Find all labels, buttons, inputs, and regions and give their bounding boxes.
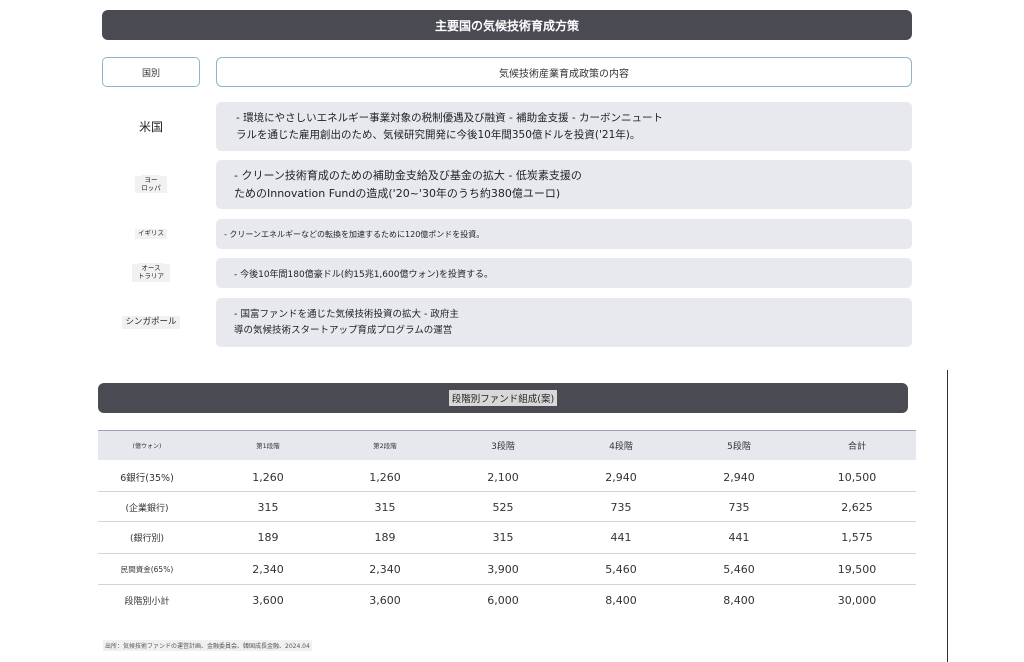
table-cell: 8,400 xyxy=(605,593,637,607)
table-header-cell: 5段階 xyxy=(727,441,751,452)
table-header-cell: 4段階 xyxy=(609,441,633,452)
table-cell: 3,600 xyxy=(252,593,284,607)
table-cell: 5,460 xyxy=(723,562,755,576)
table-row-label: 6銀行(35%) xyxy=(120,473,174,484)
country-label-australia: オース トラリア xyxy=(102,258,200,288)
table-cell: 3,900 xyxy=(487,562,519,576)
table-cell: 30,000 xyxy=(837,593,877,607)
table-header-cell: (億ウォン) xyxy=(132,442,162,450)
country-label-usa: 米国 xyxy=(138,119,163,134)
table-cell: 735 xyxy=(610,500,632,514)
table-cell: 2,625 xyxy=(841,500,873,514)
policy-text-singapore-line2: 導の気候技術スタートアップ育成プログラムの運営 xyxy=(234,324,453,336)
policy-row-australia: - 今後10年間180億豪ドル(約15兆1,600億ウォン)を投資する。 xyxy=(216,258,912,288)
policy-text-usa-line1: - 環境にやさしいエネルギー事業対象の税制優遇及び融資 - 補助金支援 - カー… xyxy=(236,112,664,125)
fund-table-title: 段階別ファンド組成(案) xyxy=(448,390,558,406)
table-cell: 315 xyxy=(374,500,396,514)
table-cell: 2,100 xyxy=(487,470,519,484)
table-cell: 189 xyxy=(374,530,396,544)
table-header-cell: 第2段階 xyxy=(373,442,397,450)
table-cell: 1,575 xyxy=(841,530,873,544)
policy-row-singapore: - 国富ファンドを通じた気候技術投資の拡大 - 政府主 導の気候技術スタートアッ… xyxy=(216,298,912,347)
table-row-label: 段階別小計 xyxy=(124,596,170,607)
source-note: 出所：気候技術ファンドの運営計画、金融委員会、韓国成長金融、2024.04 xyxy=(103,640,312,651)
header-country: 国別 xyxy=(102,57,200,87)
table-header-cell: 3段階 xyxy=(491,441,515,452)
table-cell: 2,940 xyxy=(723,470,755,484)
table-cell: 315 xyxy=(257,500,279,514)
table-cell: 1,260 xyxy=(252,470,284,484)
page-edge-line xyxy=(947,370,948,662)
policy-text-uk: - クリーンエネルギーなどの転換を加速するために120億ポンドを投資。 xyxy=(224,229,485,239)
table-cell: 8,400 xyxy=(723,593,755,607)
country-label-singapore: シンガポール xyxy=(102,298,200,347)
table-cell: 19,500 xyxy=(837,562,877,576)
policy-title-bar: 主要国の気候技術育成方策 xyxy=(102,10,912,40)
table-cell: 2,340 xyxy=(369,562,401,576)
table-cell: 735 xyxy=(728,500,750,514)
table-cell: 441 xyxy=(728,530,750,544)
policy-text-singapore-line1: - 国富ファンドを通じた気候技術投資の拡大 - 政府主 xyxy=(234,308,459,320)
table-cell: 6,000 xyxy=(487,593,519,607)
table-cell: 525 xyxy=(492,500,514,514)
table-row-label: (銀行別) xyxy=(129,533,165,544)
table-row-label: (企業銀行) xyxy=(125,503,169,514)
policy-row-uk: - クリーンエネルギーなどの転換を加速するために120億ポンドを投資。 xyxy=(216,219,912,249)
header-policy-content: 気候技術産業育成政策の内容 xyxy=(216,57,912,87)
table-cell: 3,600 xyxy=(369,593,401,607)
table-cell: 2,940 xyxy=(605,470,637,484)
policy-text-usa-line2: ラルを通じた雇用創出のため、気候研究開発に今後10年間350億ドルを投資('21… xyxy=(236,128,641,141)
table-cell: 441 xyxy=(610,530,632,544)
table-cell: 5,460 xyxy=(605,562,637,576)
policy-row-europe: - クリーン技術育成のための補助金支給及び基金の拡大 - 低炭素支援の ためのI… xyxy=(216,160,912,209)
policy-text-europe-line2: ためのInnovation Fundの造成('20~'30年のうち約380億ユー… xyxy=(234,186,561,200)
policy-title: 主要国の気候技術育成方策 xyxy=(434,18,579,33)
policy-text-europe-line1: - クリーン技術育成のための補助金支給及び基金の拡大 - 低炭素支援の xyxy=(234,168,582,182)
fund-table-title-bar: 段階別ファンド組成(案) xyxy=(98,383,908,413)
policy-text-australia: - 今後10年間180億豪ドル(約15兆1,600億ウォン)を投資する。 xyxy=(234,269,493,280)
country-label-uk: イギリス xyxy=(102,219,200,249)
table-cell: 189 xyxy=(257,530,279,544)
table-header-cell: 合計 xyxy=(847,441,866,452)
table-cell: 1,260 xyxy=(369,470,401,484)
table-header-cell: 第1段階 xyxy=(256,442,280,450)
country-label-europe: ヨー ロッパ xyxy=(102,160,200,209)
table-row-label: 民間資金(65%) xyxy=(120,564,174,574)
table-cell: 315 xyxy=(492,530,514,544)
table-cell: 2,340 xyxy=(252,562,284,576)
table-cell: 10,500 xyxy=(837,470,877,484)
policy-row-usa: - 環境にやさしいエネルギー事業対象の税制優遇及び融資 - 補助金支援 - カー… xyxy=(216,102,912,151)
